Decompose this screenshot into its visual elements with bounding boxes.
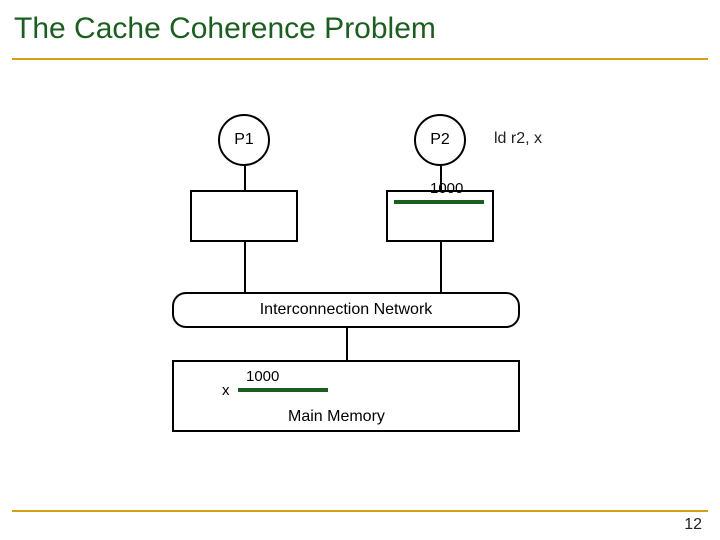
connector-net-mem <box>346 328 348 360</box>
diagram-stage: P1 P2 ld r2, x 1000 Interconnection Netw… <box>0 72 720 500</box>
processor-p2: P2 <box>414 114 466 166</box>
cache-p2-fill-bar <box>394 200 484 204</box>
divider-bottom <box>12 510 708 512</box>
page-title: The Cache Coherence Problem <box>0 0 720 52</box>
cache-p2 <box>386 190 494 242</box>
interconnect-box: Interconnection Network <box>172 292 520 328</box>
processor-p2-label: P2 <box>430 131 450 149</box>
cache-p2-value: 1000 <box>430 180 463 197</box>
processor-p1-label: P1 <box>234 131 254 149</box>
connector-p1-net <box>244 242 246 292</box>
connector-p1-cache <box>244 166 246 190</box>
instruction-annotation: ld r2, x <box>494 130 542 148</box>
main-memory-label: Main Memory <box>288 408 385 426</box>
processor-p1: P1 <box>218 114 270 166</box>
divider-top <box>12 58 708 60</box>
memory-var-x: x <box>222 382 230 399</box>
memory-fill-bar <box>238 388 328 392</box>
connector-p2-net <box>440 242 442 292</box>
interconnect-label: Interconnection Network <box>260 301 433 319</box>
memory-value: 1000 <box>246 368 279 385</box>
cache-p1 <box>190 190 298 242</box>
page-number: 12 <box>684 516 702 534</box>
